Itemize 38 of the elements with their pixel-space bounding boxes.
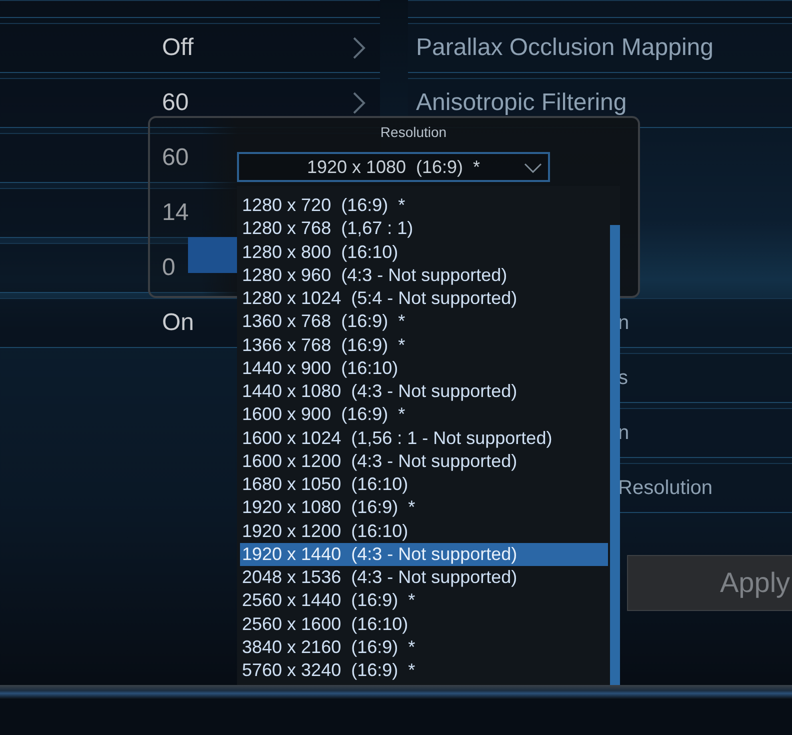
- setting-value: Off: [162, 34, 194, 62]
- setting-value: 60: [162, 144, 189, 172]
- resolution-option[interactable]: 1280 x 1024 (5:4 - Not supported): [240, 287, 608, 310]
- resolution-option[interactable]: 1360 x 768 (16:9) *: [240, 310, 608, 334]
- resolution-option[interactable]: 1280 x 960 (4:3 - Not supported): [240, 264, 608, 287]
- resolution-option[interactable]: 1280 x 800 (16:10): [240, 240, 608, 264]
- resolution-option[interactable]: 1280 x 720 (16:9) *: [240, 194, 608, 218]
- setting-value: On: [162, 309, 194, 337]
- resolution-option[interactable]: 2560 x 1440 (16:9) *: [240, 589, 608, 612]
- resolution-option[interactable]: 1680 x 1050 (16:10): [240, 473, 608, 496]
- resolution-option[interactable]: 2560 x 1600 (16:10): [240, 612, 608, 636]
- resolution-option[interactable]: 5760 x 3240 (16:9) *: [240, 659, 608, 682]
- setting-label: Resolution: [618, 476, 713, 500]
- resolution-option[interactable]: 1920 x 1440 (4:3 - Not supported): [240, 542, 608, 566]
- setting-label: Anisotropic Filtering: [416, 89, 627, 117]
- resolution-dropdown[interactable]: 1920 x 1080 (16:9) *: [237, 152, 550, 182]
- resolution-option[interactable]: 1600 x 1024 (1,56 : 1 - Not supported): [240, 426, 608, 450]
- setting-value: 14: [162, 199, 189, 227]
- setting-label: Parallax Occlusion Mapping: [416, 34, 714, 62]
- resolution-option[interactable]: 1280 x 768 (1,67 : 1): [240, 217, 608, 240]
- slider-handle[interactable]: [188, 237, 237, 273]
- resolution-option[interactable]: 1600 x 1200 (4:3 - Not supported): [240, 450, 608, 473]
- resolution-option[interactable]: 1366 x 768 (16:9) *: [240, 334, 608, 357]
- setting-value: 60: [162, 89, 189, 117]
- scrollbar-thumb[interactable]: [610, 225, 620, 685]
- resolution-option[interactable]: 1600 x 900 (16:9) *: [240, 403, 608, 426]
- chevron-down-icon: [524, 163, 542, 173]
- resolution-option[interactable]: 3840 x 2160 (16:9) *: [240, 636, 608, 659]
- resolution-option[interactable]: 1440 x 1080 (4:3 - Not supported): [240, 380, 608, 404]
- apply-button[interactable]: Apply: [627, 555, 792, 611]
- chevron-right-icon[interactable]: [352, 91, 366, 115]
- resolution-option[interactable]: 1440 x 900 (16:10): [240, 356, 608, 380]
- dialog-title: Resolution: [380, 124, 447, 140]
- resolution-option[interactable]: 2048 x 1536 (4:3 - Not supported): [240, 566, 608, 590]
- chevron-right-icon[interactable]: [352, 36, 366, 60]
- setting-value: 0: [162, 254, 176, 282]
- resolution-option[interactable]: 1920 x 1080 (16:9) *: [240, 496, 608, 520]
- resolution-option[interactable]: 1920 x 1200 (16:10): [240, 520, 608, 543]
